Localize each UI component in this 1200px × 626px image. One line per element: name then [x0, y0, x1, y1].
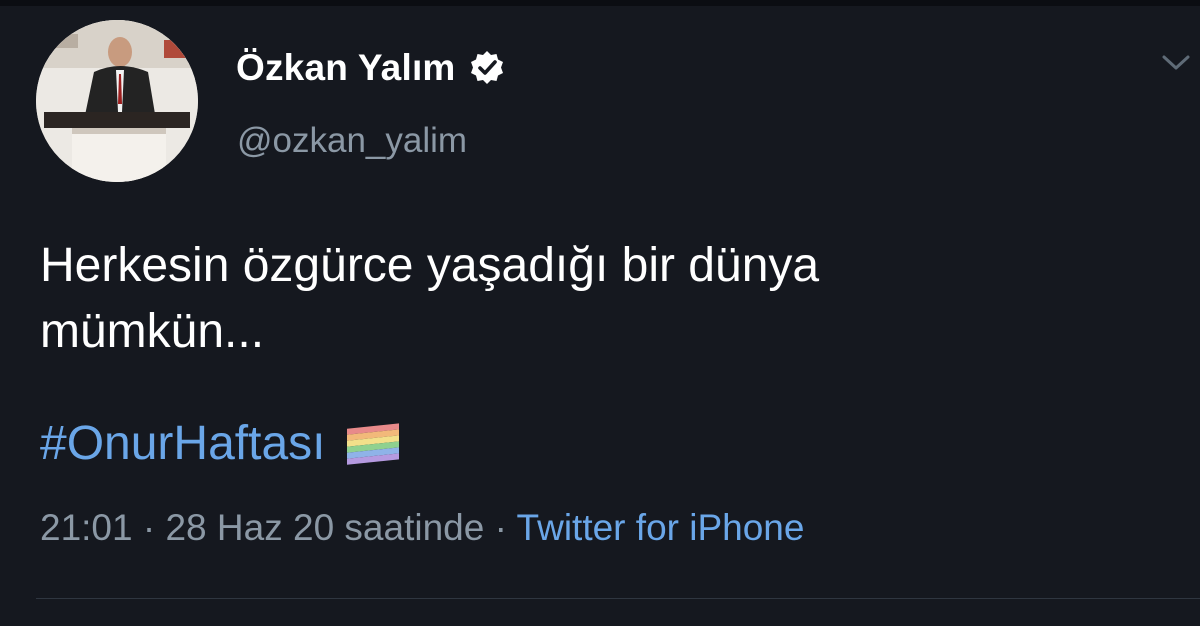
tweet-text-line-1: Herkesin özgürce yaşadığı bir dünya — [40, 239, 820, 292]
avatar[interactable] — [36, 20, 198, 182]
source-link[interactable]: Twitter for iPhone — [517, 507, 805, 548]
hashtag-link[interactable]: #OnurHaftası — [40, 416, 325, 471]
tweet-card: Özkan Yalım @ozkan_yalim Herkesin özgürc… — [0, 0, 1200, 626]
tweet-time[interactable]: 21:01 — [40, 507, 133, 548]
avatar-image — [36, 20, 198, 182]
author-row: Özkan Yalım — [236, 44, 506, 92]
tweet-text-line-2: mümkün... — [40, 305, 265, 358]
meta-separator-2: · — [494, 507, 517, 548]
tweet-date[interactable]: 28 Haz 20 saatinde — [165, 507, 484, 548]
display-name[interactable]: Özkan Yalım — [236, 47, 456, 89]
tweet-meta: 21:01 · 28 Haz 20 saatinde · Twitter for… — [40, 507, 804, 549]
meta-separator: · — [142, 507, 166, 548]
verified-badge-icon — [468, 49, 506, 87]
handle[interactable]: @ozkan_yalim — [237, 121, 467, 161]
hashtag-row: #OnurHaftası — [40, 410, 403, 476]
rainbow-flag-icon — [345, 420, 403, 466]
chevron-down-icon[interactable] — [1160, 52, 1192, 74]
tweet-text: Herkesin özgürce yaşadığı bir dünya mümk… — [40, 233, 1170, 365]
divider — [36, 598, 1200, 599]
